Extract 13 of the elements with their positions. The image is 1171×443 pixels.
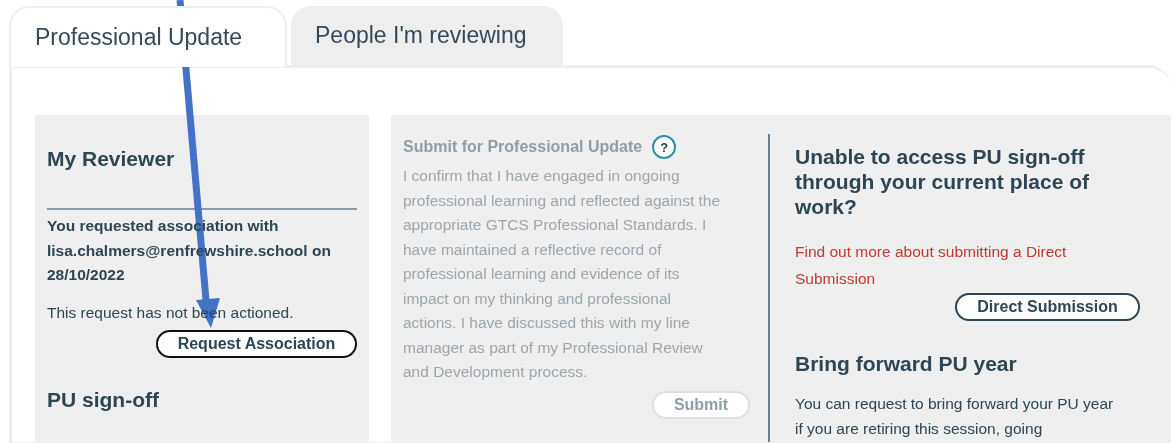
request-association-button[interactable]: Request Association: [156, 329, 357, 358]
confirmation-text: I confirm that I have engaged in ongoing professional learning and reflected against the appropriate GTCS Professional Standards. I have maintained a reflective record of professional learning and evidence of its impact on my thinking and professional actions. I have discussed this with my line manager as part of my Professional Review and Development process.: [403, 166, 721, 382]
section-heading: Unable to access PU sign-off through your current place of work?: [795, 144, 1091, 219]
submit-heading: Submit for Professional Update: [403, 138, 643, 156]
direct-submission-button[interactable]: Direct Submission: [955, 293, 1140, 321]
section-heading: PU sign-off: [47, 386, 160, 412]
direct-submission-link[interactable]: Find out more about submitting a Direct Submission: [795, 238, 1140, 292]
bring-forward-text: You can request to bring forward your PU year if you are retiring this session, going: [795, 394, 1115, 439]
tab[interactable]: People I'm reviewing: [291, 6, 563, 67]
help-icon[interactable]: ?: [652, 135, 677, 159]
tab[interactable]: Professional Update: [9, 6, 287, 67]
section-heading: Bring forward PU year: [795, 351, 1018, 376]
section-heading: My Reviewer: [47, 146, 176, 171]
